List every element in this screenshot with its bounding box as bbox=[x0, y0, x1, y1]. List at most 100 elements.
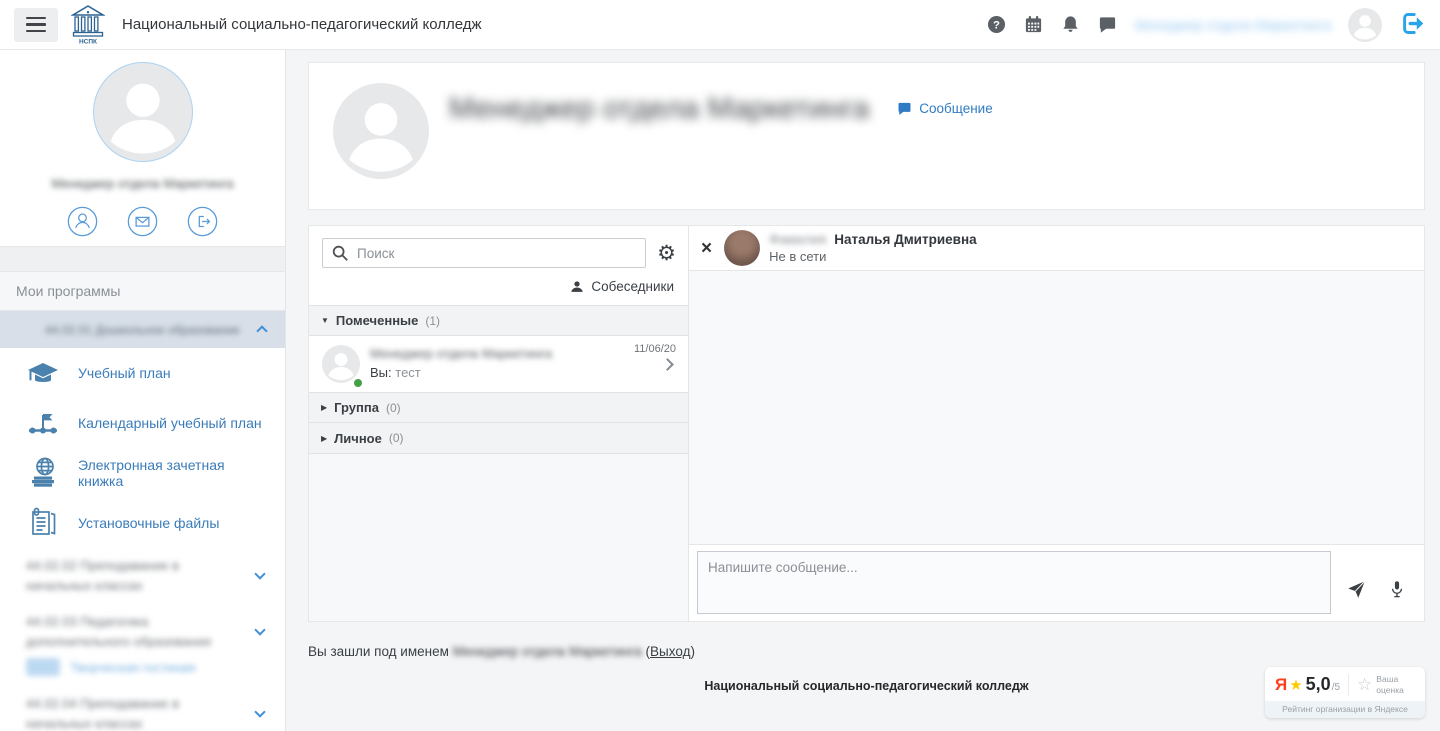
graduation-cap-icon bbox=[25, 355, 61, 391]
logout-icon-button[interactable] bbox=[1399, 10, 1426, 40]
logged-in-prefix: Вы зашли под именем bbox=[308, 644, 449, 659]
your-rating-label[interactable]: Ваша оценка bbox=[1376, 674, 1410, 694]
rating-value: 5,0 bbox=[1306, 674, 1331, 695]
programs-header: Мои программы bbox=[0, 272, 285, 311]
page: НСПК Национальный социально-педагогическ… bbox=[0, 0, 1440, 731]
active-program-label: 44.02.01 Дошкольное образование bbox=[45, 323, 240, 337]
program-sub-icon bbox=[26, 658, 60, 676]
gear-icon[interactable] bbox=[655, 243, 678, 264]
page-title: Менеджер отдела Маркетинга bbox=[449, 92, 869, 126]
send-icon[interactable] bbox=[1346, 579, 1367, 603]
section-count: (0) bbox=[389, 431, 404, 445]
sidebar-avatar bbox=[93, 62, 193, 162]
paren-close: ) bbox=[690, 644, 695, 659]
contacts-panel: Собеседники Помеченные (1) bbox=[309, 226, 689, 621]
section-group[interactable]: Группа (0) bbox=[309, 392, 688, 423]
program-label: 44.02.04 Преподавание в начальных класса… bbox=[26, 694, 241, 731]
chevron-right-icon bbox=[661, 358, 674, 371]
triangle-right-icon bbox=[321, 434, 327, 443]
contacts-toggle[interactable]: Собеседники bbox=[309, 270, 688, 305]
profile-avatar bbox=[333, 83, 429, 179]
search-icon bbox=[331, 244, 349, 267]
sidebar-item-label: Календарный учебный план bbox=[78, 415, 262, 431]
program-label: 44.02.03 Педагогика дополнительного обра… bbox=[26, 612, 241, 652]
sidebar-item-setup-files[interactable]: Установочные файлы bbox=[0, 498, 285, 548]
sidebar-item-program-4[interactable]: 44.02.04 Преподавание в начальных класса… bbox=[0, 686, 285, 731]
contacts-label: Собеседники bbox=[591, 279, 674, 294]
logo-caption: НСПК bbox=[79, 38, 97, 45]
user-silhouette-icon bbox=[1348, 8, 1382, 42]
section-count: (0) bbox=[386, 401, 401, 415]
chat-contact-name: Наталья Дмитриевна bbox=[834, 232, 976, 247]
hamburger-menu-button[interactable] bbox=[14, 8, 58, 42]
messages-icon[interactable] bbox=[1098, 15, 1118, 35]
calendar-icon[interactable] bbox=[1024, 15, 1044, 35]
footer-college-name: Национальный социально-педагогический ко… bbox=[308, 679, 1425, 693]
profile-circle-icon[interactable] bbox=[67, 206, 98, 237]
topbar-avatar[interactable] bbox=[1348, 8, 1382, 42]
site-title: Национальный социально-педагогический ко… bbox=[122, 16, 482, 33]
svg-text:?: ? bbox=[993, 19, 1000, 31]
section-label: Личное bbox=[334, 431, 382, 446]
chat-messages-area bbox=[689, 271, 1424, 544]
chevron-down-icon bbox=[254, 624, 265, 635]
badge-divider bbox=[1348, 674, 1349, 696]
sidebar-item-label: Установочные файлы bbox=[78, 515, 219, 531]
section-count: (1) bbox=[425, 314, 440, 328]
chevron-down-icon bbox=[254, 568, 265, 579]
conversation-date: 11/06/20 bbox=[634, 343, 676, 355]
sidebar-item-active-program[interactable]: 44.02.01 Дошкольное образование bbox=[0, 311, 285, 348]
triangle-down-icon bbox=[321, 316, 329, 325]
sidebar-divider-strip bbox=[0, 246, 285, 272]
section-private[interactable]: Личное (0) bbox=[309, 423, 688, 454]
program-sub-label: Творческая гостиная bbox=[70, 660, 196, 675]
topbar: НСПК Национальный социально-педагогическ… bbox=[0, 0, 1440, 50]
sidebar-item-program-2[interactable]: 44.02.02 Преподавание в начальных класса… bbox=[0, 548, 285, 604]
messenger: Собеседники Помеченные (1) bbox=[308, 225, 1425, 622]
sidebar-item-gradebook[interactable]: Электронная зачетная книжка bbox=[0, 448, 285, 498]
logout-circle-icon[interactable] bbox=[187, 206, 218, 237]
yandex-rating-badge[interactable]: Я ★ 5,0 /5 ☆ Ваша оценка Рейтинг организ… bbox=[1265, 667, 1425, 718]
last-message-prefix: Вы: bbox=[370, 365, 392, 380]
help-icon[interactable]: ? bbox=[987, 15, 1007, 35]
program-label: 44.02.02 Преподавание в начальных класса… bbox=[26, 556, 241, 596]
rating-scale: /5 bbox=[1332, 682, 1340, 693]
college-logo[interactable]: НСПК bbox=[71, 5, 105, 45]
user-silhouette-icon bbox=[333, 83, 429, 179]
contacts-empty-area bbox=[309, 454, 688, 621]
close-icon[interactable] bbox=[698, 239, 715, 258]
section-label: Помеченные bbox=[336, 313, 418, 328]
badge-caption: Рейтинг организации в Яндексе bbox=[1265, 701, 1425, 718]
microphone-icon[interactable] bbox=[1388, 579, 1406, 603]
sidebar-item-program-3[interactable]: 44.02.03 Педагогика дополнительного обра… bbox=[0, 604, 285, 686]
logged-in-line: Вы зашли под именем Менеджер отдела Марк… bbox=[308, 644, 1425, 659]
sidebar-item-curriculum[interactable]: Учебный план bbox=[0, 348, 285, 398]
conversation-avatar bbox=[322, 345, 360, 383]
sidebar-item-calendar-curriculum[interactable]: Календарный учебный план bbox=[0, 398, 285, 448]
conversation-list-item[interactable]: Менеджер отдела Маркетинга Вы: тест 11/0… bbox=[309, 336, 688, 392]
search-input[interactable] bbox=[322, 238, 646, 268]
chat-contact-avatar bbox=[724, 230, 760, 266]
chat-contact-surname: Фамилия bbox=[769, 232, 826, 247]
topbar-username[interactable]: Менеджер отдела Маркетинга bbox=[1135, 17, 1331, 33]
send-message-label: Сообщение bbox=[919, 101, 992, 116]
logout-link[interactable]: Выход bbox=[650, 644, 690, 659]
globe-books-icon bbox=[25, 455, 61, 491]
notifications-icon[interactable] bbox=[1061, 15, 1081, 35]
email-circle-icon[interactable] bbox=[127, 206, 158, 237]
chat-contact-status: Не в сети bbox=[769, 249, 977, 264]
sidebar: Менеджер отдела Маркетинга bbox=[0, 50, 286, 731]
college-logo-icon: НСПК bbox=[71, 5, 105, 45]
milestones-icon bbox=[25, 405, 61, 441]
logged-in-name: Менеджер отдела Маркетинга bbox=[453, 644, 642, 659]
logout-icon bbox=[1399, 10, 1426, 37]
yandex-logo-letter: Я bbox=[1275, 675, 1287, 695]
documents-icon bbox=[25, 505, 61, 541]
send-message-link[interactable]: Сообщение bbox=[897, 101, 992, 116]
sidebar-item-label: Электронная зачетная книжка bbox=[78, 457, 269, 489]
star-filled-icon: ★ bbox=[1289, 676, 1302, 694]
main-content: Менеджер отдела Маркетинга Сообщение bbox=[286, 50, 1440, 731]
message-input[interactable] bbox=[697, 551, 1331, 614]
section-starred[interactable]: Помеченные (1) bbox=[309, 305, 688, 336]
contacts-icon bbox=[570, 280, 584, 294]
